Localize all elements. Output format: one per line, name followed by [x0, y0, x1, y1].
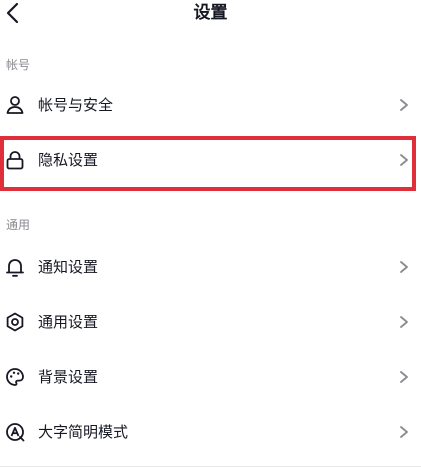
settings-item-background[interactable]: 背景设置	[0, 354, 421, 400]
chevron-right-icon	[400, 426, 408, 438]
settings-item-privacy[interactable]: 隐私设置	[0, 137, 421, 183]
section-label-account: 帐号	[6, 58, 31, 72]
bell-icon	[6, 259, 24, 277]
chevron-right-icon	[400, 99, 408, 111]
gear-icon	[6, 312, 24, 332]
item-label: 帐号与安全	[38, 96, 114, 114]
item-label: 隐私设置	[38, 151, 99, 169]
item-label: 大字简明模式	[38, 423, 129, 441]
palette-icon	[6, 368, 24, 386]
chevron-right-icon	[400, 154, 408, 166]
divider	[0, 466, 421, 467]
settings-item-large-text-mode[interactable]: 大字简明模式	[0, 409, 421, 455]
settings-item-notifications[interactable]: 通知设置	[0, 244, 421, 290]
page-title: 设置	[193, 3, 228, 23]
chevron-right-icon	[400, 316, 408, 328]
top-bar: 设置	[0, 0, 421, 28]
lock-icon	[6, 151, 24, 170]
settings-item-account-security[interactable]: 帐号与安全	[0, 82, 421, 128]
chevron-right-icon	[400, 261, 408, 273]
chevron-right-icon	[400, 371, 408, 383]
item-label: 背景设置	[38, 368, 99, 386]
font-a-icon	[6, 423, 25, 442]
user-icon	[6, 96, 24, 114]
settings-item-general[interactable]: 通用设置	[0, 299, 421, 345]
section-label-general: 通用	[6, 218, 31, 232]
item-label: 通用设置	[38, 313, 99, 331]
item-label: 通知设置	[38, 258, 99, 276]
